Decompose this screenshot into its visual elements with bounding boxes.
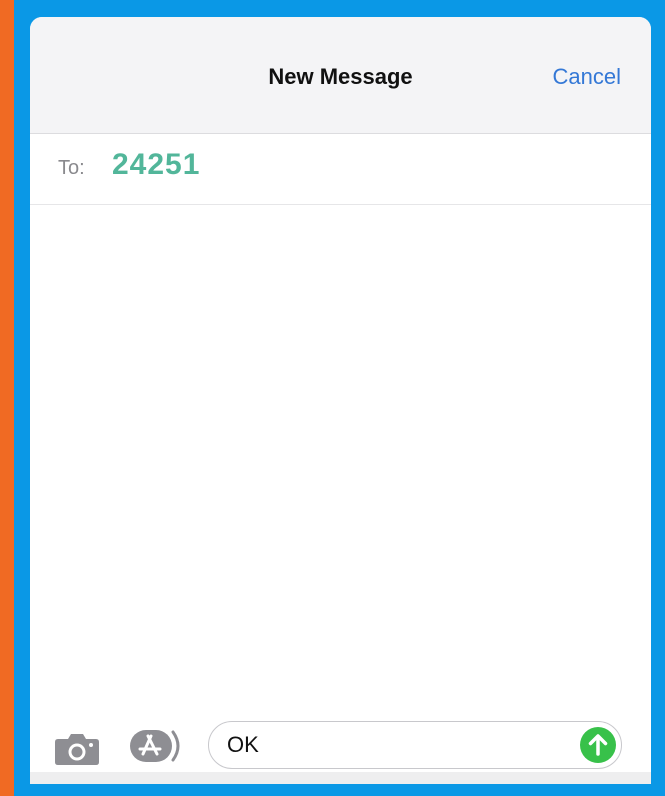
recipient-value[interactable]: 24251 xyxy=(112,148,200,182)
app-store-button[interactable] xyxy=(128,727,186,765)
send-arrow-icon xyxy=(588,734,608,756)
accent-strip xyxy=(0,0,14,796)
canvas: New Message Cancel To: 24251 xyxy=(0,0,665,796)
camera-icon xyxy=(55,734,99,765)
message-thread-area xyxy=(30,205,651,713)
message-compose-screen: New Message Cancel To: 24251 xyxy=(30,17,651,784)
navigation-bar: New Message Cancel xyxy=(30,17,651,134)
cancel-button[interactable]: Cancel xyxy=(553,64,621,90)
message-input-container[interactable] xyxy=(208,721,622,769)
camera-button[interactable] xyxy=(54,730,100,766)
home-indicator-area xyxy=(30,772,651,784)
message-input[interactable] xyxy=(227,732,547,758)
composer-bar xyxy=(30,713,651,784)
send-button[interactable] xyxy=(580,727,616,763)
recipient-row[interactable]: To: 24251 xyxy=(30,134,651,205)
to-label: To: xyxy=(58,157,85,179)
app-store-icon xyxy=(130,730,180,762)
